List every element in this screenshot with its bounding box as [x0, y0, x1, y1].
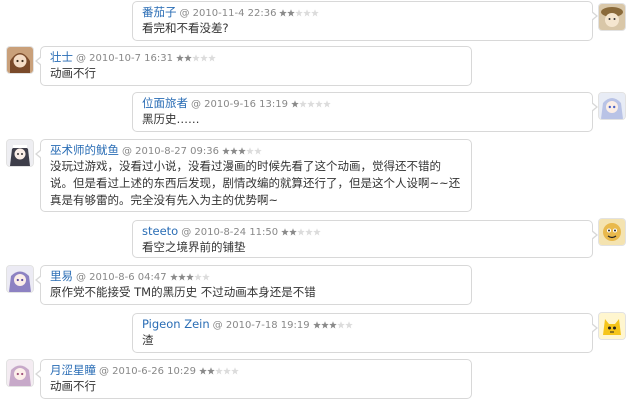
- star-filled-icon: [291, 100, 299, 108]
- rating-stars: [281, 224, 321, 239]
- comment-bubble: 位面旅者 @ 2010-9-16 13:19 黑历史……: [132, 92, 598, 132]
- comment-text: 原作党不能接受 TM的黑历史 不过动画本身还是不错: [50, 285, 316, 299]
- avatar-yellow-mascot-icon[interactable]: [598, 312, 626, 340]
- comment-date: @ 2010-9-16 13:19: [191, 99, 288, 110]
- comment-date: @ 2010-7-18 19:19: [212, 320, 310, 331]
- star-empty-icon: [336, 321, 345, 329]
- username-link[interactable]: 月涩星瞳: [50, 363, 96, 377]
- comment-bubble: steeto @ 2010-8-24 11:50 看空之境界前的铺垫: [132, 220, 598, 258]
- star-empty-icon: [344, 321, 353, 329]
- star-empty-icon: [254, 147, 262, 155]
- star-empty-icon: [246, 147, 254, 155]
- star-filled-icon: [279, 9, 288, 17]
- star-empty-icon: [215, 367, 223, 375]
- rating-stars: [199, 363, 239, 378]
- rating-stars: [291, 96, 331, 111]
- username-link[interactable]: steeto: [142, 224, 178, 238]
- rating-stars: [222, 143, 262, 158]
- avatar-maid-icon[interactable]: [6, 139, 34, 167]
- star-empty-icon: [303, 9, 312, 17]
- comment-meta: Pigeon Zein @ 2010-7-18 19:19: [142, 317, 584, 332]
- star-filled-icon: [207, 367, 215, 375]
- star-filled-icon: [281, 228, 289, 236]
- comment-text: 看完和不看没差?: [142, 21, 229, 35]
- star-empty-icon: [223, 367, 231, 375]
- star-empty-icon: [315, 100, 323, 108]
- star-filled-icon: [320, 321, 329, 329]
- star-filled-icon: [230, 147, 238, 155]
- comment-date: @ 2010-8-27 09:36: [122, 146, 219, 157]
- comment-bubble: Pigeon Zein @ 2010-7-18 19:19 渣: [132, 313, 598, 353]
- comment-text: 黑历史……: [142, 112, 200, 126]
- comment-date: @ 2010-11-4 22:36: [179, 8, 277, 19]
- rating-stars: [169, 269, 210, 284]
- comment-bubble: 壮士 @ 2010-10-7 16:31 动画不行: [35, 46, 472, 86]
- username-link[interactable]: 里易: [50, 269, 73, 283]
- star-empty-icon: [192, 54, 200, 62]
- comment-meta: 月涩星瞳 @ 2010-6-26 10:29: [50, 363, 463, 378]
- comment-date: @ 2010-10-7 16:31: [76, 53, 173, 64]
- star-empty-icon: [313, 228, 321, 236]
- comment-meta: 里易 @ 2010-8-6 04:47: [50, 269, 463, 284]
- comment-text: 渣: [142, 333, 154, 347]
- username-link[interactable]: 番茄子: [142, 5, 177, 19]
- avatar-cartoon-icon[interactable]: [598, 218, 626, 246]
- comment-bubble: 里易 @ 2010-8-6 04:47 原作党不能接受 TM的黑历史 不过动画本身…: [35, 265, 472, 305]
- comment-thread: 番茄子 @ 2010-11-4 22:36 看完和不看没差? 壮士 @ 2010-1…: [0, 0, 640, 403]
- comment-text: 动画不行: [50, 379, 96, 393]
- comment-text: 动画不行: [50, 66, 96, 80]
- star-filled-icon: [177, 273, 186, 281]
- comment-bubble: 番茄子 @ 2010-11-4 22:36 看完和不看没差?: [132, 1, 598, 41]
- username-link[interactable]: 巫术师的鱿鱼: [50, 143, 119, 157]
- rating-stars: [312, 317, 353, 332]
- star-filled-icon: [287, 9, 296, 17]
- username-link[interactable]: 壮士: [50, 50, 73, 64]
- avatar-cat-hat-icon[interactable]: [598, 3, 626, 31]
- star-empty-icon: [305, 228, 313, 236]
- star-filled-icon: [328, 321, 337, 329]
- star-filled-icon: [289, 228, 297, 236]
- avatar-doll-icon[interactable]: [6, 46, 34, 74]
- rating-stars: [279, 5, 320, 20]
- star-empty-icon: [193, 273, 202, 281]
- star-empty-icon: [231, 367, 239, 375]
- star-filled-icon: [199, 367, 207, 375]
- comment-date: @ 2010-8-24 11:50: [181, 227, 279, 238]
- star-filled-icon: [185, 273, 194, 281]
- comment-meta: 壮士 @ 2010-10-7 16:31: [50, 50, 463, 65]
- comment-meta: 位面旅者 @ 2010-9-16 13:19: [142, 96, 584, 111]
- rating-stars: [176, 50, 216, 65]
- comment-bubble: 月涩星瞳 @ 2010-6-26 10:29 动画不行: [35, 359, 472, 399]
- username-link[interactable]: 位面旅者: [142, 96, 188, 110]
- star-empty-icon: [323, 100, 331, 108]
- comment-bubble: 巫术师的鱿鱼 @ 2010-8-27 09:36 没玩过游戏，没看过小说，没看过漫…: [35, 139, 472, 212]
- star-empty-icon: [295, 9, 304, 17]
- star-filled-icon: [222, 147, 230, 155]
- star-filled-icon: [312, 321, 321, 329]
- comment-meta: 巫术师的鱿鱼 @ 2010-8-27 09:36: [50, 143, 463, 158]
- comment-text: 没玩过游戏，没看过小说，没看过漫画的时候先看了这个动画，觉得还不错的说。但是看过…: [50, 159, 461, 207]
- star-empty-icon: [297, 228, 305, 236]
- star-filled-icon: [169, 273, 178, 281]
- star-empty-icon: [307, 100, 315, 108]
- comment-meta: steeto @ 2010-8-24 11:50: [142, 224, 584, 239]
- star-empty-icon: [208, 54, 216, 62]
- star-filled-icon: [238, 147, 246, 155]
- star-empty-icon: [311, 9, 320, 17]
- avatar-anime-girl-icon[interactable]: [598, 92, 626, 120]
- star-empty-icon: [299, 100, 307, 108]
- avatar-purple-hair-icon[interactable]: [6, 265, 34, 293]
- star-filled-icon: [184, 54, 192, 62]
- comment-date: @ 2010-6-26 10:29: [99, 366, 196, 377]
- star-filled-icon: [176, 54, 184, 62]
- comment-date: @ 2010-8-6 04:47: [76, 272, 167, 283]
- username-link[interactable]: Pigeon Zein: [142, 317, 210, 331]
- comment-meta: 番茄子 @ 2010-11-4 22:36: [142, 5, 584, 20]
- avatar-pink-hair-icon[interactable]: [6, 359, 34, 387]
- star-empty-icon: [201, 273, 210, 281]
- comment-text: 看空之境界前的铺垫: [142, 240, 246, 254]
- star-empty-icon: [200, 54, 208, 62]
